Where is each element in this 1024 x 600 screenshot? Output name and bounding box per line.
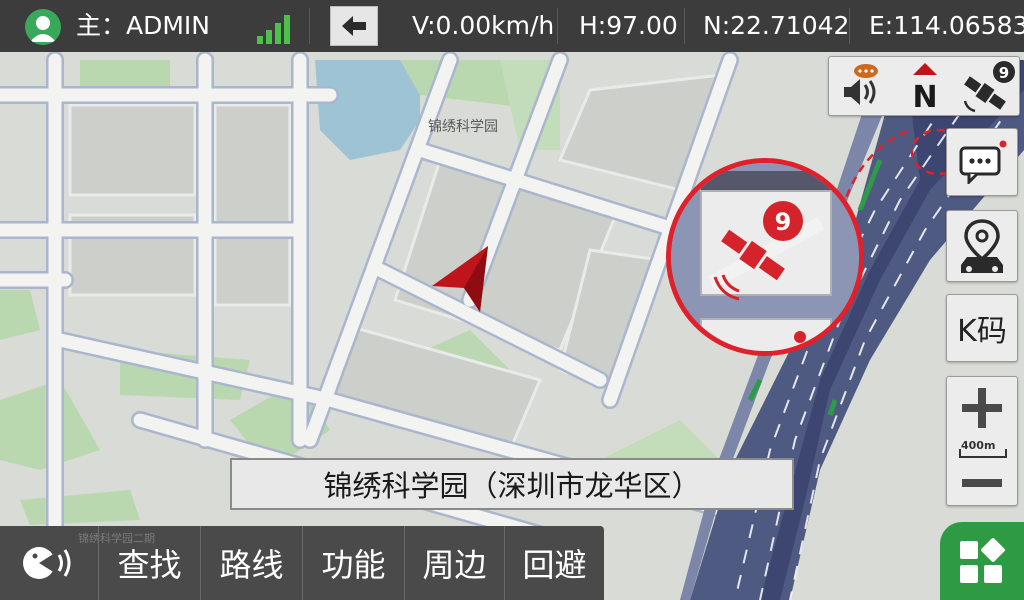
k-code-button[interactable]: K码	[946, 294, 1018, 362]
map-view[interactable]: 锦绣科学园	[0, 52, 1024, 600]
divider	[309, 8, 310, 44]
poi-label: 锦绣科学园	[428, 119, 498, 135]
scale-label: 400m	[961, 439, 996, 452]
vehicle-location-icon	[961, 219, 1003, 273]
top-status-bar: 主：ADMIN V:0.00km/h H:97.00 N:22.71042 E:…	[0, 0, 1024, 52]
nearby-button[interactable]: 周边	[404, 526, 504, 600]
message-button[interactable]	[946, 128, 1018, 196]
main-menu-button[interactable]	[940, 522, 1024, 600]
voice-broadcast-icon	[844, 64, 878, 105]
voice-assistant-button[interactable]	[0, 526, 98, 600]
route-button[interactable]: 路线	[200, 526, 302, 600]
zoom-out-icon	[962, 479, 1002, 487]
satellite-magnifier-callout: 9	[666, 158, 864, 356]
current-place-banner: 锦绣科学园（深圳市龙华区）	[230, 458, 794, 510]
map-canvas	[0, 52, 1024, 600]
gps-satellite-icon: 9	[963, 61, 1015, 113]
satellite-count: 9	[999, 64, 1009, 82]
divider	[849, 8, 850, 44]
longitude-readout: E:114.06583	[869, 11, 1024, 40]
back-button[interactable]	[330, 6, 378, 46]
magnifier-satellite-count: 9	[775, 208, 792, 236]
user-avatar-icon[interactable]	[25, 9, 61, 45]
zoom-in-icon	[962, 388, 1002, 428]
function-button[interactable]: 功能	[302, 526, 404, 600]
north-up-button[interactable]: N	[893, 57, 957, 115]
vehicle-location-button[interactable]	[946, 210, 1018, 282]
avoid-button[interactable]: 回避	[504, 526, 604, 600]
north-label: N	[912, 80, 937, 111]
zoom-in-button[interactable]	[947, 377, 1017, 439]
map-top-toolbar: N 9	[828, 56, 1020, 116]
grid-menu-icon	[960, 538, 1005, 583]
north-up-compass-icon: N	[912, 63, 938, 111]
user-label: 主：ADMIN	[76, 11, 210, 40]
search-button[interactable]: 查找	[98, 526, 200, 600]
zoom-out-button[interactable]	[947, 461, 1017, 505]
voice-broadcast-button[interactable]	[829, 57, 893, 115]
message-bubble-icon	[959, 140, 1007, 184]
vehicle-position-arrow-icon	[432, 246, 488, 312]
speed-readout: V:0.00km/h	[412, 11, 555, 40]
k-code-label: K码	[957, 314, 1007, 349]
heading-readout: H:97.00	[579, 11, 678, 40]
voice-assistant-icon	[23, 547, 71, 579]
divider	[557, 8, 558, 44]
back-arrow-icon	[342, 16, 366, 36]
zoom-control: 400m	[946, 376, 1018, 506]
latitude-readout: N:22.71042	[703, 11, 850, 40]
signal-strength-icon	[255, 12, 295, 44]
bottom-menu-bar: 锦绣科学园二期 查找 路线 功能 周边 回避	[0, 526, 604, 600]
divider	[684, 8, 685, 44]
gps-satellite-button[interactable]: 9	[957, 57, 1021, 115]
